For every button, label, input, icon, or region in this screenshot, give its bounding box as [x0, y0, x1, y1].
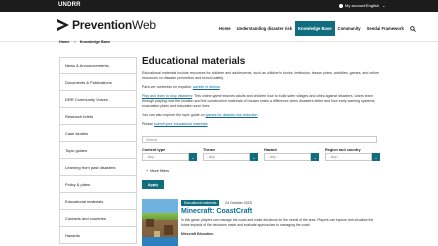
result-title-link[interactable]: Minecraft: CoastCraft — [181, 208, 252, 215]
preventionweb-logo-icon — [57, 19, 69, 31]
spanish-paragraph: Para ver contenido en español, cambie el… — [142, 85, 220, 89]
chevron-down-icon: ⌄ — [382, 3, 386, 8]
sidebar-item-past-disasters[interactable]: Learning from past disasters — [59, 159, 137, 176]
more-filters-label: More filters — [150, 169, 169, 173]
sidebar-menu: News & Announcements Documents & Publica… — [59, 57, 137, 244]
filter-theme: Theme - Any - ⌄ — [203, 148, 258, 161]
nav-home[interactable]: Home — [216, 21, 234, 36]
sidebar-item-case-studies[interactable]: Case studies — [59, 125, 137, 142]
result-owner: Minecraft Education — [181, 232, 214, 236]
nav-knowledge-base[interactable]: Knowledge Base — [295, 21, 335, 36]
site-header: PreventionWeb Home Understanding disaste… — [0, 12, 438, 42]
region-country-select[interactable]: - Any - — [325, 153, 372, 161]
games-topic-guide-link[interactable]: games for disaster risk reduction — [206, 113, 258, 117]
content-type-select[interactable]: - Any - — [142, 153, 189, 161]
chevron-down-icon[interactable]: ⌄ — [189, 153, 197, 161]
nav-understanding-disaster-risk[interactable]: Understanding disaster risk — [234, 21, 295, 36]
submit-paragraph: Please submit your educational materials — [142, 122, 208, 126]
sidebar-item-topic-guides[interactable]: Topic guides — [59, 142, 137, 159]
user-icon — [339, 3, 343, 8]
sidebar-item-policy-plans[interactable]: Policy & plans — [59, 176, 137, 193]
chevron-down-icon[interactable]: ⌄ — [372, 153, 380, 161]
main-content: Educational materials Educational materi… — [142, 55, 382, 127]
logo-text: PreventionWeb — [72, 18, 156, 32]
more-filters-toggle[interactable]: + More filters — [146, 169, 169, 173]
main-nav: Home Understanding disaster risk Knowled… — [216, 21, 416, 36]
my-account-link[interactable]: My account — [339, 3, 365, 8]
sidebar-item-contacts-countries[interactable]: Contacts and countries — [59, 210, 137, 227]
filter-label: Region and country — [325, 148, 361, 152]
filter-label: Theme — [203, 148, 216, 152]
filter-content-type: Content type - Any - ⌄ — [142, 148, 197, 161]
sidebar-item-community-voices[interactable]: DRR Community Voices — [59, 91, 137, 108]
nav-community[interactable]: Community — [335, 21, 364, 36]
language-selector[interactable]: English ⌄ — [366, 3, 385, 8]
nav-sendai-framework[interactable]: Sendai Framework — [364, 21, 407, 36]
game-paragraph: Play and learn to stop disasters: This o… — [142, 94, 376, 108]
hazard-select[interactable]: - Any - — [264, 153, 311, 161]
plus-icon: + — [146, 169, 149, 173]
filter-row: Content type - Any - ⌄ Theme - Any - ⌄ H… — [142, 148, 382, 161]
filter-label: Content type — [142, 148, 166, 152]
theme-select[interactable]: - Any - — [203, 153, 250, 161]
top-bar: UNDRR My account English ⌄ — [0, 0, 438, 12]
content-type-badge: Educational materials — [181, 200, 220, 206]
sidebar-item-research-briefs[interactable]: Research briefs — [59, 108, 137, 125]
chevron-down-icon[interactable]: ⌄ — [250, 153, 258, 161]
search-icon[interactable] — [410, 25, 416, 32]
filter-region-country: Region and country - Any - ⌄ — [325, 148, 380, 161]
breadcrumb: Home » Knowledge Base — [59, 40, 110, 44]
page-title: Educational materials — [142, 56, 246, 67]
preventionweb-logo[interactable]: PreventionWeb — [57, 18, 156, 32]
submit-materials-link[interactable]: submit your educational materials — [154, 122, 208, 126]
intro-paragraph: Educational materials include resources … — [142, 71, 380, 80]
sidebar-item-news[interactable]: News & Announcements — [59, 57, 137, 74]
result-date: 24 October 2023 — [225, 201, 252, 205]
breadcrumb-current: Knowledge Base — [79, 40, 111, 44]
language-label: English — [366, 3, 380, 8]
sidebar-item-hazards[interactable]: Hazards — [59, 227, 137, 244]
my-account-label: My account — [345, 3, 366, 8]
sidebar-item-educational-materials[interactable]: Educational materials — [59, 193, 137, 210]
result-thumbnail[interactable] — [142, 199, 178, 246]
result-description: In this game, players can manage the coa… — [181, 218, 374, 227]
change-language-link[interactable]: cambie el idioma — [193, 85, 220, 89]
breadcrumb-home[interactable]: Home — [59, 40, 70, 44]
chevron-down-icon[interactable]: ⌄ — [311, 153, 319, 161]
filter-hazard: Hazard - Any - ⌄ — [264, 148, 319, 161]
filter-label: Hazard — [264, 148, 277, 152]
search-input[interactable]: Search — [142, 136, 377, 143]
apply-button[interactable]: Apply — [142, 180, 164, 189]
stop-disasters-link[interactable]: Play and learn to stop disasters — [142, 94, 192, 98]
list-item: Educational materials 24 October 2023 Mi… — [142, 199, 382, 246]
sidebar-item-documents[interactable]: Documents & Publications — [59, 74, 137, 91]
breadcrumb-separator: » — [73, 40, 76, 44]
explore-paragraph: You can also explore the topic guide on … — [142, 113, 258, 117]
undrr-logo[interactable]: UNDRR — [58, 2, 81, 8]
